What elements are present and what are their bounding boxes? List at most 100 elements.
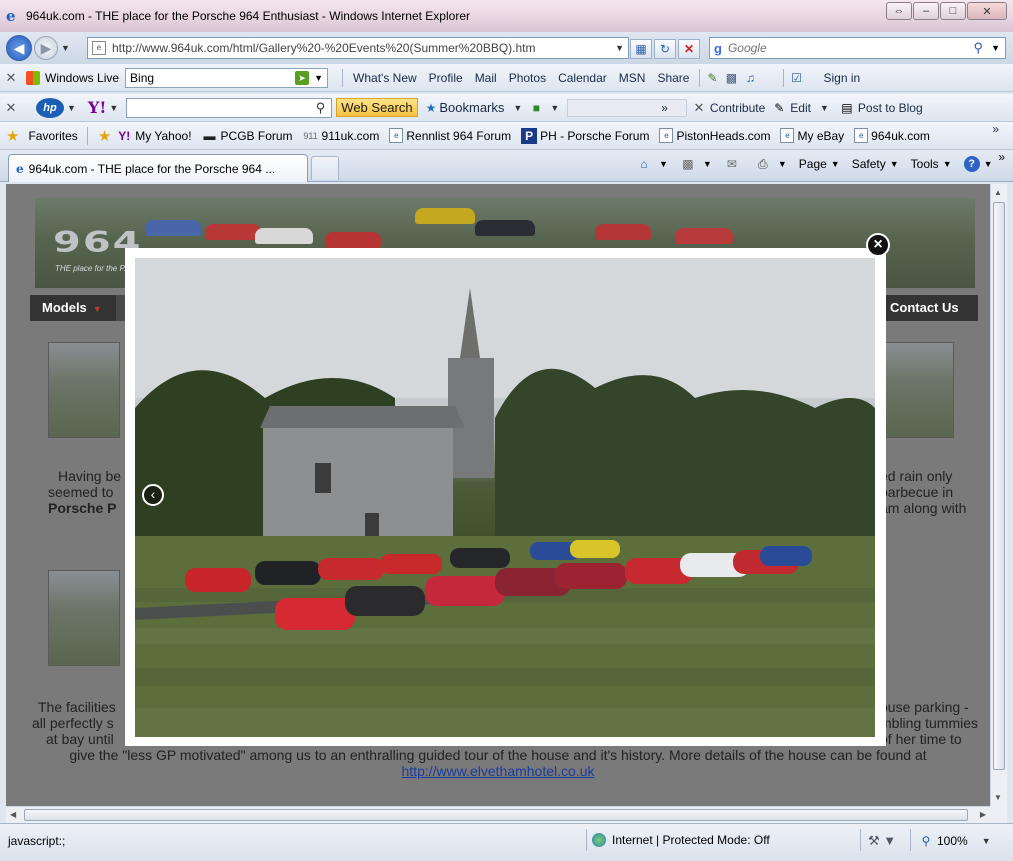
horizontal-scrollbar[interactable]: ◀ ▶ — [6, 806, 990, 823]
horizontal-scroll-thumb[interactable] — [24, 809, 968, 821]
scroll-right-icon[interactable]: ▶ — [980, 810, 986, 819]
nav-models[interactable]: Models ▼ — [30, 295, 116, 321]
stop-icon[interactable]: ✕ — [678, 39, 700, 59]
elvetham-link[interactable]: http://www.elvethamhotel.co.uk — [402, 763, 595, 779]
fav-my-ebay[interactable]: e My eBay — [780, 128, 844, 143]
edit-button[interactable]: Edit — [790, 101, 811, 115]
close-window-button[interactable]: ✕ — [967, 2, 1007, 20]
commands-more-icon[interactable]: » — [998, 150, 1005, 164]
fav-ph-porsche[interactable]: P PH - Porsche Forum — [521, 127, 649, 144]
lightbox-close-button[interactable]: × — [866, 233, 890, 257]
more-chevron-icon[interactable]: » — [661, 101, 668, 115]
zoom-control[interactable]: ⚲ 100% ▼ — [918, 833, 991, 849]
favorites-button[interactable]: Favorites — [28, 129, 77, 143]
link-mail[interactable]: Mail — [475, 71, 497, 85]
contribute-button[interactable]: Contribute — [710, 101, 765, 115]
search-icon[interactable]: ⚲ — [316, 100, 326, 116]
scroll-left-icon[interactable]: ◀ — [10, 810, 16, 819]
toolbar-icon[interactable]: ▩ — [723, 70, 739, 86]
scroll-down-icon[interactable]: ▼ — [994, 793, 1002, 802]
google-search-input[interactable] — [727, 41, 968, 55]
account-icon[interactable]: ■ — [528, 100, 544, 116]
link-share[interactable]: Share — [657, 71, 689, 85]
feeds-button[interactable]: ▩ ▼ — [680, 156, 712, 172]
windows-live-brand[interactable]: Windows Live — [26, 70, 119, 85]
yahoo-search-input[interactable]: ⚲ — [126, 97, 333, 118]
search-icon[interactable]: ⚲ — [973, 40, 983, 56]
history-dropdown-icon[interactable]: ▼ — [61, 43, 70, 53]
close-toolbar-icon[interactable]: ✕ — [0, 70, 22, 86]
vertical-scrollbar[interactable]: ▲ ▼ — [990, 184, 1007, 806]
security-zone[interactable]: Internet | Protected Mode: Off — [592, 833, 770, 847]
home-button[interactable]: ⌂ ▼ — [636, 156, 668, 172]
minimize-button[interactable]: – — [913, 2, 939, 20]
yahoo-dropdown-icon[interactable]: ▼ — [109, 103, 118, 113]
swap-icon[interactable]: ⇔ — [886, 2, 912, 20]
sign-in-link[interactable]: Sign in — [823, 71, 860, 85]
fav-964uk[interactable]: e 964uk.com — [854, 128, 930, 143]
edit-dropdown-icon[interactable]: ▼ — [820, 103, 829, 113]
hp-dropdown-icon[interactable]: ▼ — [67, 103, 76, 113]
close-contribute-icon[interactable]: ✕ — [688, 100, 710, 116]
home-dropdown-icon[interactable]: ▼ — [659, 159, 668, 169]
close-toolbar-icon[interactable]: ✕ — [0, 100, 22, 116]
yahoo-logo-icon[interactable]: Y! — [88, 98, 106, 117]
fav-my-yahoo[interactable]: Y! My Yahoo! — [116, 128, 191, 144]
forward-button[interactable]: ▶ — [34, 36, 58, 60]
gallery-thumbnail[interactable] — [48, 342, 120, 438]
address-bar[interactable]: e http://www.964uk.com/html/Gallery%20-%… — [87, 37, 629, 59]
bookmark-icon[interactable]: ★ — [426, 101, 437, 115]
protected-mode-icon[interactable]: ⚒ ▼ — [868, 833, 896, 849]
hp-logo-icon[interactable]: hp — [36, 97, 64, 118]
lightbox-photo[interactable] — [135, 258, 875, 737]
link-msn[interactable]: MSN — [619, 71, 646, 85]
google-search-box[interactable]: g ⚲ ▼ — [709, 37, 1006, 59]
link-photos[interactable]: Photos — [509, 71, 546, 85]
vertical-scroll-thumb[interactable] — [993, 202, 1005, 770]
fav-pcgb-forum[interactable]: ▬ PCGB Forum — [202, 128, 293, 144]
link-calendar[interactable]: Calendar — [558, 71, 607, 85]
translate-icon[interactable]: ♫ — [742, 70, 758, 86]
help-menu[interactable]: ? ▼ — [963, 156, 993, 172]
scroll-up-icon[interactable]: ▲ — [994, 188, 1002, 197]
tools-menu[interactable]: Tools ▼ — [911, 157, 952, 171]
gallery-thumbnail[interactable] — [878, 342, 954, 438]
checkbox-icon[interactable]: ☑ — [788, 70, 804, 86]
bing-go-icon[interactable]: ➤ — [295, 70, 310, 85]
add-favorite-icon[interactable]: ★ — [98, 127, 111, 145]
bookmarks-dropdown-icon[interactable]: ▼ — [513, 103, 522, 113]
link-whats-new[interactable]: What's New — [353, 71, 417, 85]
maximize-button[interactable]: □ — [940, 2, 966, 20]
post-to-blog-button[interactable]: Post to Blog — [858, 101, 923, 115]
tab-964uk[interactable]: e 964uk.com - THE place for the Porsche … — [8, 154, 308, 182]
compatibility-view-icon[interactable]: ▦ — [630, 39, 652, 59]
read-mail-button[interactable]: ✉ — [724, 156, 743, 172]
zoom-dropdown-icon[interactable]: ▼ — [982, 836, 991, 846]
print-button[interactable]: ⎙ ▼ — [755, 156, 787, 172]
link-profile[interactable]: Profile — [429, 71, 463, 85]
address-dropdown-icon[interactable]: ▼ — [615, 43, 624, 53]
web-search-button[interactable]: Web Search — [336, 98, 418, 117]
pencil-icon[interactable]: ✎ — [704, 70, 720, 86]
bing-search-input[interactable] — [130, 70, 281, 85]
search-dropdown-icon[interactable]: ▼ — [991, 43, 1000, 53]
fav-911uk[interactable]: 911 911uk.com — [303, 128, 379, 144]
address-url[interactable]: http://www.964uk.com/html/Gallery%20-%20… — [112, 41, 536, 55]
favorites-star-icon[interactable]: ★ — [6, 127, 19, 145]
bing-dropdown-icon[interactable]: ▼ — [314, 73, 323, 83]
previous-image-button[interactable]: ‹ — [142, 484, 164, 506]
page-menu[interactable]: Page ▼ — [799, 157, 840, 171]
bing-search-box[interactable]: ➤ ▼ — [125, 67, 329, 88]
safety-menu[interactable]: Safety ▼ — [852, 157, 899, 171]
nav-contact-us[interactable]: Contact Us — [878, 295, 978, 321]
fav-rennlist[interactable]: e Rennlist 964 Forum — [389, 128, 511, 143]
print-dropdown-icon[interactable]: ▼ — [778, 159, 787, 169]
bookmarks-button[interactable]: Bookmarks — [439, 100, 504, 115]
fav-pistonheads[interactable]: e PistonHeads.com — [659, 128, 770, 143]
new-tab-button[interactable] — [311, 156, 339, 180]
feeds-dropdown-icon[interactable]: ▼ — [703, 159, 712, 169]
gallery-thumbnail[interactable] — [48, 570, 120, 666]
back-button[interactable]: ◀ — [6, 35, 32, 61]
favorites-more-icon[interactable]: » — [992, 122, 999, 136]
account-dropdown-icon[interactable]: ▼ — [550, 103, 559, 113]
